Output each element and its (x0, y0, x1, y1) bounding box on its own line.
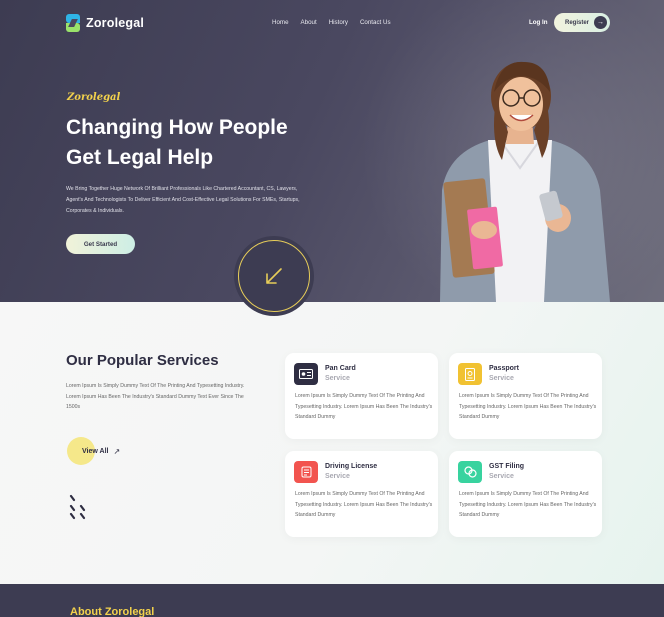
about-title: About Zorolegal (70, 606, 155, 617)
main-nav: Home About History Contact Us (272, 19, 391, 26)
about-section: About Zorolegal (0, 584, 664, 617)
hero-brand-script: Zorolegal (67, 92, 121, 103)
service-text: Lorem Ipsum Is Simply Dummy Text Of The … (295, 491, 433, 519)
service-tag: Service (489, 375, 514, 382)
services-title: Our Popular Services (66, 352, 219, 369)
service-card-passport[interactable]: Passport Service Lorem Ipsum Is Simply D… (449, 353, 602, 439)
service-name: Passport (489, 365, 519, 372)
service-card-gst-filing[interactable]: GST Filing Service Lorem Ipsum Is Simply… (449, 451, 602, 537)
arrow-right-icon: → (594, 16, 607, 29)
register-label: Register (565, 19, 590, 26)
service-tag: Service (489, 473, 514, 480)
scroll-down-button[interactable] (238, 240, 310, 312)
logo-text: Zorolegal (86, 16, 145, 30)
service-card-driving-license[interactable]: Driving License Service Lorem Ipsum Is S… (285, 451, 438, 537)
logo-icon (66, 14, 80, 32)
hero-headline: Changing How People Get Legal Help (66, 113, 346, 173)
service-name: Driving License (325, 463, 378, 470)
arrow-up-right-icon: ↗ (113, 446, 121, 456)
nav-history[interactable]: History (329, 19, 348, 26)
hero-person-image (440, 61, 610, 302)
nav-contact[interactable]: Contact Us (360, 19, 391, 26)
get-started-button[interactable]: Get Started (66, 234, 135, 254)
service-card-pan-card[interactable]: Pan Card Service Lorem Ipsum Is Simply D… (285, 353, 438, 439)
service-tag: Service (325, 473, 350, 480)
license-icon (294, 461, 318, 483)
gst-icon (458, 461, 482, 483)
service-name: Pan Card (325, 365, 356, 372)
hero-headline-line2: Get Legal Help (66, 146, 214, 169)
nav-home[interactable]: Home (272, 19, 289, 26)
service-name: GST Filing (489, 463, 524, 470)
nav-about[interactable]: About (301, 19, 317, 26)
hero-headline-line1: Changing How People (66, 116, 288, 139)
view-all-button[interactable]: View All ↗ (67, 437, 127, 465)
services-description: Lorem Ipsum Is Simply Dummy Text Of The … (66, 383, 245, 410)
arrow-down-left-icon (266, 268, 282, 284)
view-all-label: View All (82, 447, 109, 455)
id-card-icon (294, 363, 318, 385)
service-text: Lorem Ipsum Is Simply Dummy Text Of The … (295, 393, 433, 421)
passport-icon (458, 363, 482, 385)
service-text: Lorem Ipsum Is Simply Dummy Text Of The … (459, 393, 597, 421)
service-text: Lorem Ipsum Is Simply Dummy Text Of The … (459, 491, 597, 519)
register-button[interactable]: Register → (554, 13, 610, 32)
service-tag: Service (325, 375, 350, 382)
login-link[interactable]: Log In (529, 19, 548, 26)
decorative-dots-icon (69, 494, 86, 520)
logo[interactable]: Zorolegal (66, 14, 144, 32)
hero-subtext: We Bring Together Huge Network Of Brilli… (66, 186, 300, 214)
